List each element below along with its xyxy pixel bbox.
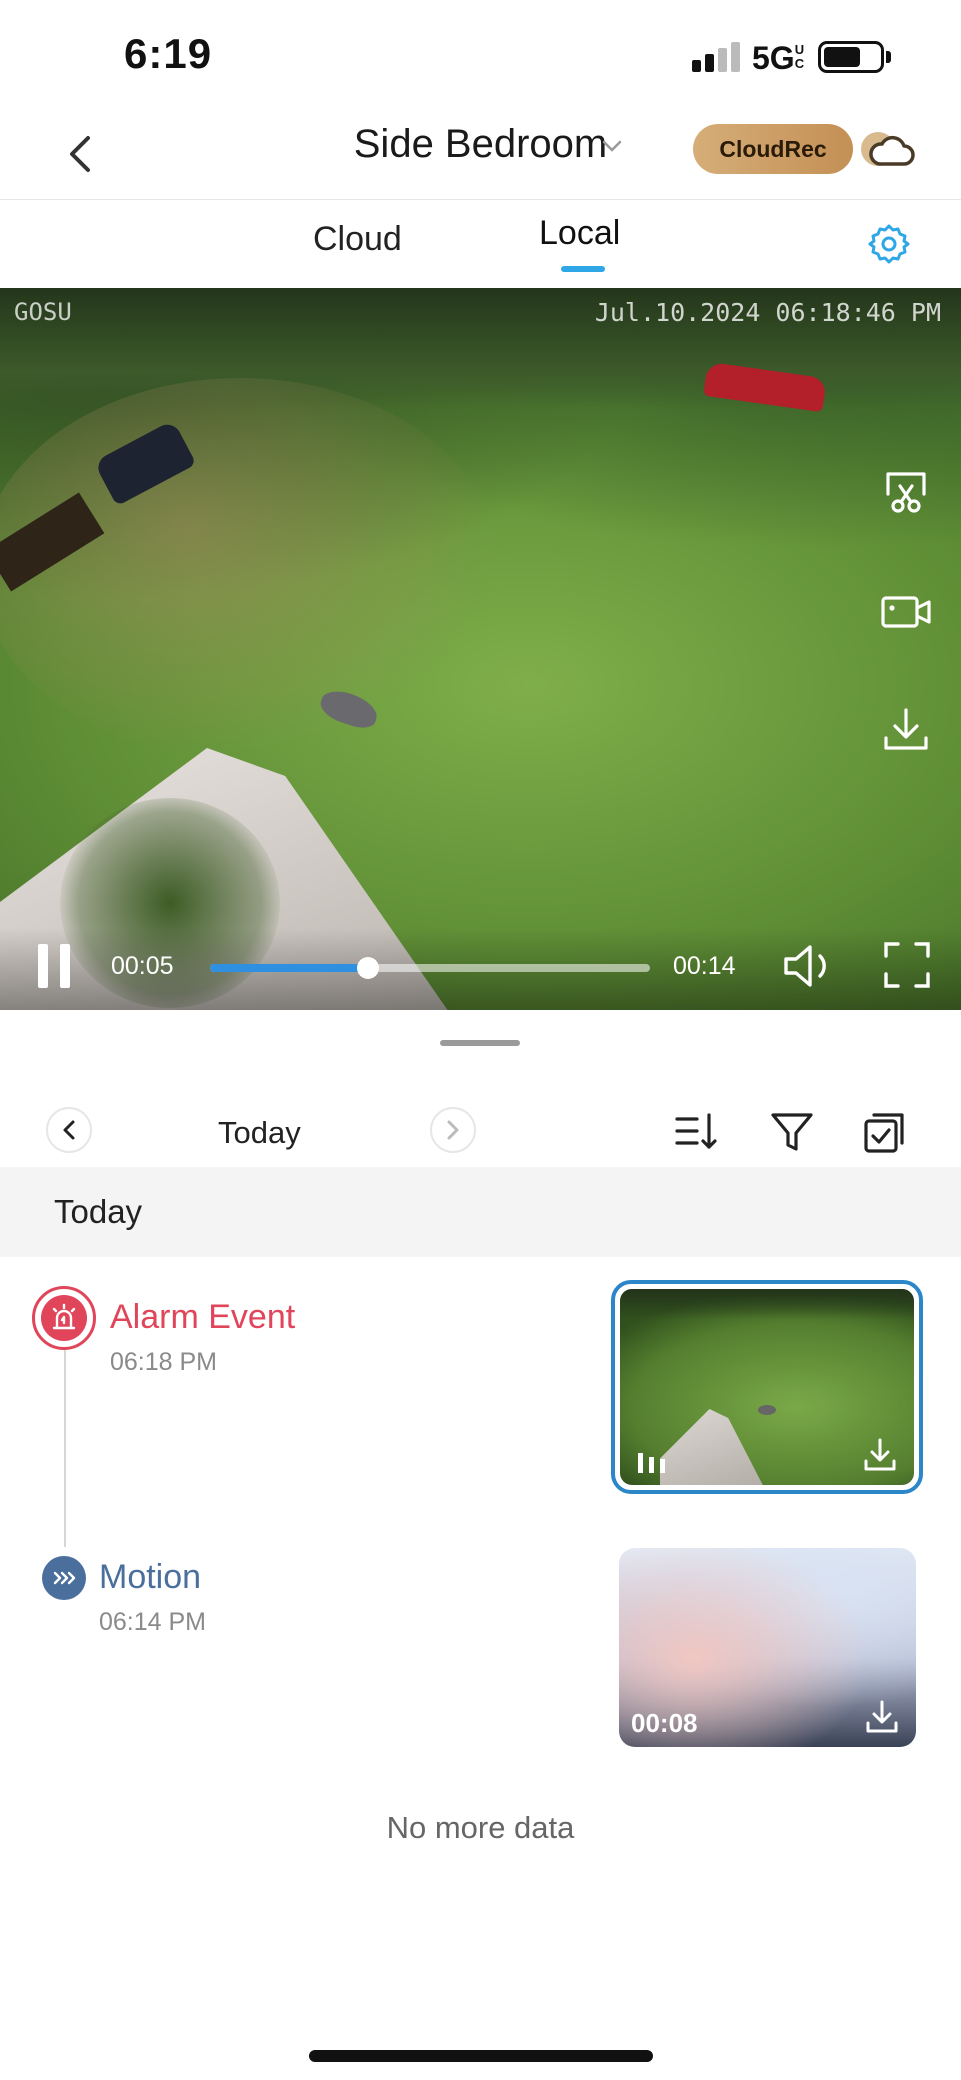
event-time: 06:14 PM: [99, 1608, 207, 1636]
event-thumbnail[interactable]: 00:08: [619, 1548, 916, 1747]
gear-icon[interactable]: [865, 220, 913, 268]
alarm-siren-icon: [32, 1286, 96, 1350]
fullscreen-icon[interactable]: [882, 940, 932, 990]
multi-select-icon[interactable]: [860, 1107, 910, 1157]
no-more-data-label: No more data: [386, 1810, 575, 1845]
date-label: Today: [218, 1115, 301, 1150]
player-controls: 00:05 00:14: [0, 928, 961, 1010]
tab-cloud[interactable]: Cloud: [313, 220, 402, 259]
playing-indicator-icon: [638, 1453, 665, 1473]
current-time: 00:05: [111, 952, 174, 980]
network-type: 5G: [752, 40, 795, 76]
progress-fill: [210, 964, 369, 972]
cloud-icon[interactable]: [858, 124, 916, 174]
section-header: Today: [0, 1167, 961, 1257]
download-icon[interactable]: [878, 702, 934, 758]
event-title: Alarm Event: [110, 1298, 296, 1336]
progress-thumb[interactable]: [357, 957, 380, 979]
tab-local[interactable]: Local: [539, 214, 620, 253]
date-navigation: Today: [0, 1095, 961, 1165]
video-dirt-path: [0, 378, 500, 758]
section-label: Today: [54, 1193, 143, 1230]
battery-cap: [886, 51, 891, 63]
pause-icon[interactable]: [38, 944, 72, 988]
active-tab-indicator: [561, 266, 605, 272]
record-icon[interactable]: [878, 584, 934, 640]
chevron-down-icon[interactable]: [600, 138, 624, 154]
event-time: 06:18 PM: [110, 1348, 218, 1376]
events-sheet: Today Today: [0, 1010, 961, 2080]
header: Side Bedroom CloudRec: [0, 110, 961, 200]
sheet-drag-handle[interactable]: [440, 1040, 520, 1046]
motion-icon: [42, 1556, 86, 1600]
osd-timestamp: Jul.10.2024 06:18:46 PM: [594, 298, 941, 327]
event-title: Motion: [99, 1558, 202, 1596]
total-time: 00:14: [673, 952, 736, 980]
event-thumbnail[interactable]: [611, 1280, 923, 1494]
status-time: 6:19: [124, 30, 213, 77]
next-day-button[interactable]: [430, 1107, 476, 1153]
battery-icon: [818, 41, 884, 73]
download-icon[interactable]: [862, 1697, 902, 1737]
network-label: 5GUC: [752, 40, 807, 77]
sort-icon[interactable]: [673, 1107, 723, 1157]
filter-icon[interactable]: [767, 1107, 817, 1157]
volume-icon[interactable]: [780, 940, 838, 992]
clip-duration: 00:08: [631, 1708, 698, 1738]
signal-icon: [692, 42, 742, 72]
osd-brand: GOSU: [14, 298, 72, 326]
page-title: Side Bedroom: [353, 122, 608, 166]
status-bar: 6:19 5GUC: [0, 0, 961, 110]
network-suffix: UC: [794, 42, 805, 71]
tab-bar: Cloud Local: [0, 200, 961, 288]
video-player[interactable]: GOSU Jul.10.2024 06:18:46 PM 00:05 00:14: [0, 288, 961, 1010]
home-indicator[interactable]: [309, 2050, 653, 2062]
chevron-right-icon: [447, 1120, 459, 1140]
download-icon[interactable]: [860, 1435, 900, 1475]
cloudrec-button[interactable]: CloudRec: [693, 124, 853, 174]
event-item-motion[interactable]: Motion 06:14 PM 00:08: [0, 1548, 961, 1748]
progress-slider[interactable]: [210, 957, 650, 979]
chevron-left-icon: [63, 1120, 75, 1140]
event-item-alarm[interactable]: Alarm Event 06:18 PM: [0, 1280, 961, 1500]
previous-day-button[interactable]: [46, 1107, 92, 1153]
clip-icon[interactable]: [878, 464, 934, 520]
